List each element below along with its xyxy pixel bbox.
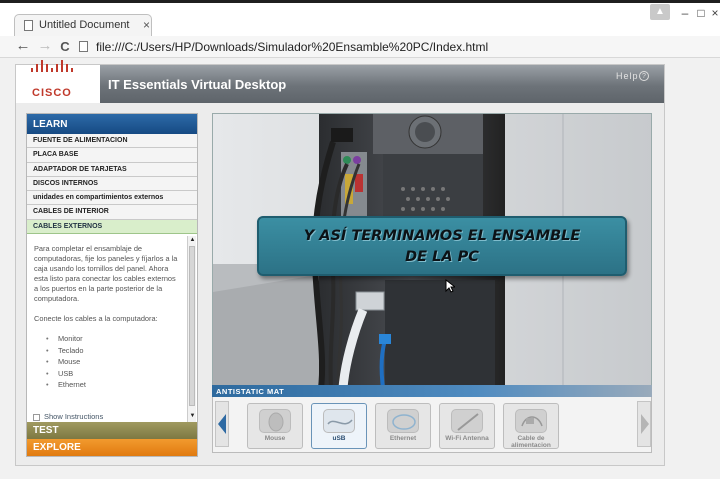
cursor-icon [445, 279, 455, 293]
menu-item-placa-base[interactable]: PLACA BASE [27, 148, 197, 163]
chevron-right-icon [641, 414, 649, 434]
app-title: IT Essentials Virtual Desktop [108, 77, 287, 92]
tab-close-icon[interactable]: × [143, 18, 150, 32]
list-item: Ethernet [46, 380, 180, 392]
scroll-thumb[interactable] [189, 246, 195, 406]
file-icon [79, 41, 88, 52]
virtual-desktop-app: CISCO IT Essentials Virtual Desktop Help… [15, 60, 665, 466]
learn-header[interactable]: LEARN [27, 114, 197, 134]
power-plug [331, 128, 353, 142]
menu-item-adaptador[interactable]: ADAPTADOR DE TARJETAS [27, 162, 197, 177]
tray-item-label: Mouse [264, 435, 286, 442]
checkbox-icon[interactable] [33, 413, 40, 421]
power-cable-icon [515, 409, 547, 433]
forward-button[interactable]: → [36, 37, 54, 54]
scroll-up-icon[interactable]: ▲ [189, 237, 196, 243]
show-instructions-toggle[interactable]: Show Instructions [27, 410, 187, 422]
tray-item-power-cable[interactable]: Cable de alimentacion [503, 403, 559, 449]
browser-toolbar: ← → C file:///C:/Users/HP/Downloads/Simu… [0, 36, 720, 58]
help-link[interactable]: Help [616, 71, 639, 81]
app-header: CISCO IT Essentials Virtual Desktop Help… [16, 60, 664, 103]
mouse-icon [259, 409, 291, 433]
tray-item-label: Cable de alimentacion [511, 435, 551, 449]
tray-item-mouse[interactable]: Mouse [247, 403, 303, 449]
reload-button[interactable]: C [56, 39, 74, 54]
test-button[interactable]: TEST [27, 422, 197, 439]
address-bar[interactable]: file:///C:/Users/HP/Downloads/Simulador%… [96, 40, 488, 54]
list-item: Teclado [46, 346, 180, 358]
completion-banner: Y ASÍ TERMINAMOS EL ENSAMBLE DE LA PC [257, 216, 627, 276]
tray-item-label: uSB [332, 435, 346, 442]
instructions-prompt: Conecte los cables a la computadora: [34, 314, 158, 323]
show-instructions-label: Show Instructions [44, 412, 104, 421]
tray-item-wifi-antenna[interactable]: Wi-Fi Antenna [439, 403, 495, 449]
list-item: USB [46, 369, 180, 381]
menu-item-cables-externos[interactable]: CABLES EXTERNOS [27, 219, 197, 235]
instructions-paragraph: Para completar el ensamblaje de computad… [34, 244, 178, 303]
explore-button[interactable]: EXPLORE [27, 439, 197, 456]
cisco-logo: CISCO [16, 60, 100, 103]
tray-item-ethernet[interactable]: Ethernet [375, 403, 431, 449]
banner-line-1: Y ASÍ TERMINAMOS EL ENSAMBLE [303, 228, 581, 244]
menu-item-fuente[interactable]: FUENTE DE ALIMENTACION [27, 134, 197, 149]
component-tray: Mouse uSB Ethernet Wi-Fi Antenna Cable d… [212, 397, 652, 453]
vga-connector [355, 291, 385, 311]
tab-title: Untitled Document [39, 19, 130, 31]
menu-item-unidades[interactable]: unidades en compartimientos externos [27, 191, 197, 206]
tray-item-usb[interactable]: uSB [311, 403, 367, 449]
list-item: Monitor [46, 334, 180, 346]
pc-scene-viewer[interactable]: Y ASÍ TERMINAMOS EL ENSAMBLE DE LA PC [212, 113, 652, 387]
instructions-text: Para completar el ensamblaje de computad… [27, 236, 187, 422]
scroll-down-icon[interactable]: ▼ [189, 413, 196, 419]
ethernet-cable-icon [387, 409, 419, 433]
antenna-icon [451, 409, 483, 433]
close-window-button[interactable]: × [706, 6, 720, 20]
learn-menu: FUENTE DE ALIMENTACION PLACA BASE ADAPTA… [27, 134, 197, 235]
help-icon[interactable]: ? [639, 71, 649, 81]
menu-item-discos[interactable]: DISCOS INTERNOS [27, 176, 197, 192]
document-icon [24, 20, 33, 31]
list-item: Mouse [46, 357, 180, 369]
chevron-left-icon [218, 414, 226, 434]
learn-panel: LEARN FUENTE DE ALIMENTACION PLACA BASE … [26, 113, 198, 457]
window-top-edge [0, 0, 720, 3]
menu-item-cables-interior[interactable]: CABLES DE INTERIOR [27, 205, 197, 220]
usb-cable-icon [323, 409, 355, 433]
banner-line-2: DE LA PC [405, 249, 479, 265]
tray-scroll-right-button[interactable] [637, 401, 651, 447]
cisco-wordmark: CISCO [32, 87, 72, 99]
user-profile-icon[interactable]: ▲ [650, 4, 670, 20]
instructions-scrollbar[interactable]: ▲ ▼ [187, 236, 196, 422]
back-button[interactable]: ← [14, 37, 32, 54]
browser-tab[interactable]: Untitled Document × [14, 14, 152, 36]
tray-scroll-left-button[interactable] [215, 401, 229, 447]
tray-item-label: Wi-Fi Antenna [445, 435, 489, 442]
cable-list: Monitor Teclado Mouse USB Ethernet [34, 334, 180, 392]
tray-item-label: Ethernet [389, 435, 417, 442]
browser-titlebar: Untitled Document × ▲ – □ × [0, 0, 720, 36]
